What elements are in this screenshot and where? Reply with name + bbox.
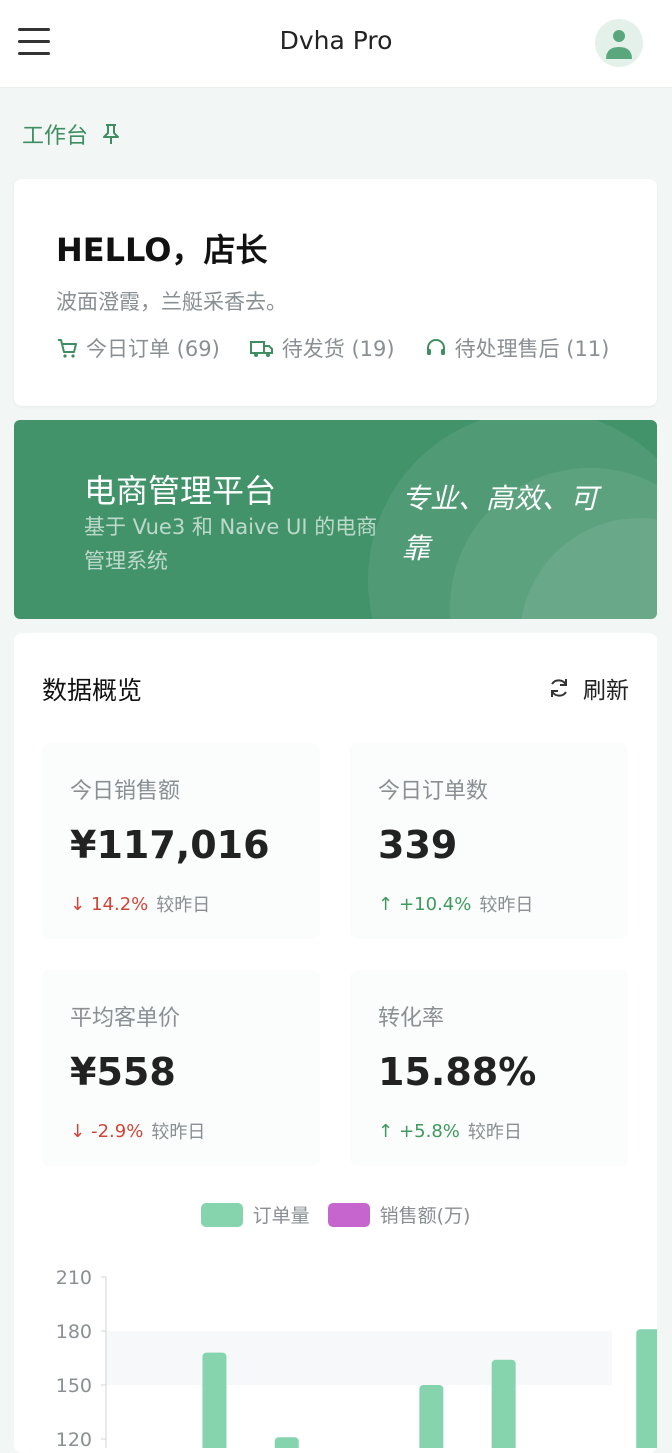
legend-item-orders[interactable]: 订单量 bbox=[200, 1201, 310, 1228]
kpi-value: 15.88% bbox=[378, 1050, 537, 1094]
overview-title: 数据概览 bbox=[42, 676, 143, 705]
kpi-label: 转化率 bbox=[378, 1006, 445, 1031]
kpi-change: ↓ -2.9% 较昨日 bbox=[70, 1118, 205, 1144]
legend-swatch bbox=[327, 1202, 370, 1227]
welcome-title: HELLO，店长 bbox=[56, 231, 268, 269]
banner-slogan: 专业、高效、可靠 bbox=[402, 482, 599, 565]
legend-swatch bbox=[200, 1202, 243, 1227]
kpi-compare: 较昨日 bbox=[151, 1122, 206, 1143]
kpi-card-conversion: 转化率 15.88% ↑ +5.8% 较昨日 bbox=[350, 970, 628, 1166]
breadcrumb: 工作台 bbox=[22, 118, 120, 150]
kpi-compare: 较昨日 bbox=[479, 895, 534, 916]
kpi-change-value: -2.9% bbox=[91, 1120, 144, 1142]
kpi-change-value: +5.8% bbox=[399, 1120, 460, 1142]
kpi-value: ¥558 bbox=[70, 1050, 176, 1094]
refresh-label: 刷新 bbox=[583, 678, 629, 704]
grid-band bbox=[106, 1331, 612, 1385]
bar-orders bbox=[419, 1385, 444, 1448]
bar-orders bbox=[491, 1359, 516, 1448]
y-tick-label: 150 bbox=[56, 1375, 92, 1397]
platform-banner: 电商管理平台 基于 Vue3 和 Naive UI 的电商管理系统 专业、高效、… bbox=[14, 420, 657, 619]
kpi-card-orders: 今日订单数 339 ↑ +10.4% 较昨日 bbox=[350, 743, 628, 939]
bar-orders bbox=[274, 1437, 299, 1448]
kpi-change-value: 14.2% bbox=[91, 893, 149, 915]
stat-pending-aftersale[interactable]: 待处理售后 (11) bbox=[425, 333, 610, 363]
kpi-value: 339 bbox=[378, 823, 458, 867]
top-bar: Dvha Pro bbox=[0, 0, 672, 88]
y-tick-label: 180 bbox=[56, 1321, 92, 1343]
stat-today-orders[interactable]: 今日订单 (69) bbox=[56, 333, 220, 363]
kpi-change-value: +10.4% bbox=[399, 893, 472, 915]
app-title: Dvha Pro bbox=[279, 26, 393, 55]
legend-label: 销售额(万) bbox=[379, 1205, 471, 1227]
chart-legend: 订单量 销售额(万) bbox=[14, 1201, 657, 1228]
kpi-change: ↑ +5.8% 较昨日 bbox=[378, 1118, 522, 1144]
arrow-up-icon: ↑ bbox=[378, 893, 394, 915]
refresh-button[interactable]: 刷新 bbox=[547, 671, 629, 705]
kpi-value: ¥117,016 bbox=[70, 823, 270, 867]
user-avatar-icon[interactable] bbox=[595, 19, 643, 67]
cart-icon bbox=[58, 339, 77, 358]
stat-label: 待发货 (19) bbox=[281, 337, 395, 361]
headset-icon bbox=[426, 339, 445, 355]
kpi-label: 今日销售额 bbox=[70, 779, 181, 804]
refresh-icon bbox=[551, 679, 567, 697]
arrow-down-icon: ↓ bbox=[70, 1120, 86, 1142]
orders-bar-chart: 210 180 150 120 bbox=[56, 1267, 657, 1448]
banner-title: 电商管理平台 bbox=[84, 472, 277, 510]
kpi-compare: 较昨日 bbox=[467, 1122, 522, 1143]
bar-orders bbox=[202, 1352, 227, 1448]
pin-icon[interactable] bbox=[102, 123, 120, 145]
breadcrumb-label[interactable]: 工作台 bbox=[22, 118, 88, 150]
legend-label: 订单量 bbox=[252, 1205, 310, 1227]
kpi-change: ↓ 14.2% 较昨日 bbox=[70, 891, 210, 917]
kpi-card-sales: 今日销售额 ¥117,016 ↓ 14.2% 较昨日 bbox=[42, 743, 320, 939]
arrow-up-icon: ↑ bbox=[378, 1120, 394, 1142]
kpi-change: ↑ +10.4% 较昨日 bbox=[378, 891, 533, 917]
kpi-label: 平均客单价 bbox=[70, 1006, 181, 1031]
stat-pending-shipment[interactable]: 待发货 (19) bbox=[249, 333, 395, 363]
y-tick-label: 210 bbox=[56, 1267, 92, 1289]
welcome-card: HELLO，店长 波面澄霞，兰艇采香去。 今日订单 (69) 待发货 (19) bbox=[14, 179, 657, 406]
kpi-label: 今日订单数 bbox=[378, 779, 489, 804]
kpi-card-avg-price: 平均客单价 ¥558 ↓ -2.9% 较昨日 bbox=[42, 970, 320, 1166]
data-overview-card: 数据概览 刷新 今日销售额 ¥117,016 ↓ 14.2% 较昨日 今日订单数… bbox=[14, 633, 657, 1453]
y-tick-label: 120 bbox=[56, 1429, 92, 1448]
truck-icon bbox=[249, 341, 273, 357]
quick-stats: 今日订单 (69) 待发货 (19) 待处理售后 (11) bbox=[56, 333, 609, 363]
stat-label: 待处理售后 (11) bbox=[454, 337, 610, 361]
arrow-down-icon: ↓ bbox=[70, 893, 86, 915]
welcome-subtitle: 波面澄霞，兰艇采香去。 bbox=[56, 290, 287, 314]
banner-description: 基于 Vue3 和 Naive UI 的电商管理系统 bbox=[84, 515, 378, 573]
kpi-compare: 较昨日 bbox=[156, 895, 211, 916]
stat-label: 今日订单 (69) bbox=[86, 337, 220, 361]
legend-item-sales[interactable]: 销售额(万) bbox=[327, 1201, 471, 1228]
bar-orders bbox=[636, 1329, 657, 1448]
